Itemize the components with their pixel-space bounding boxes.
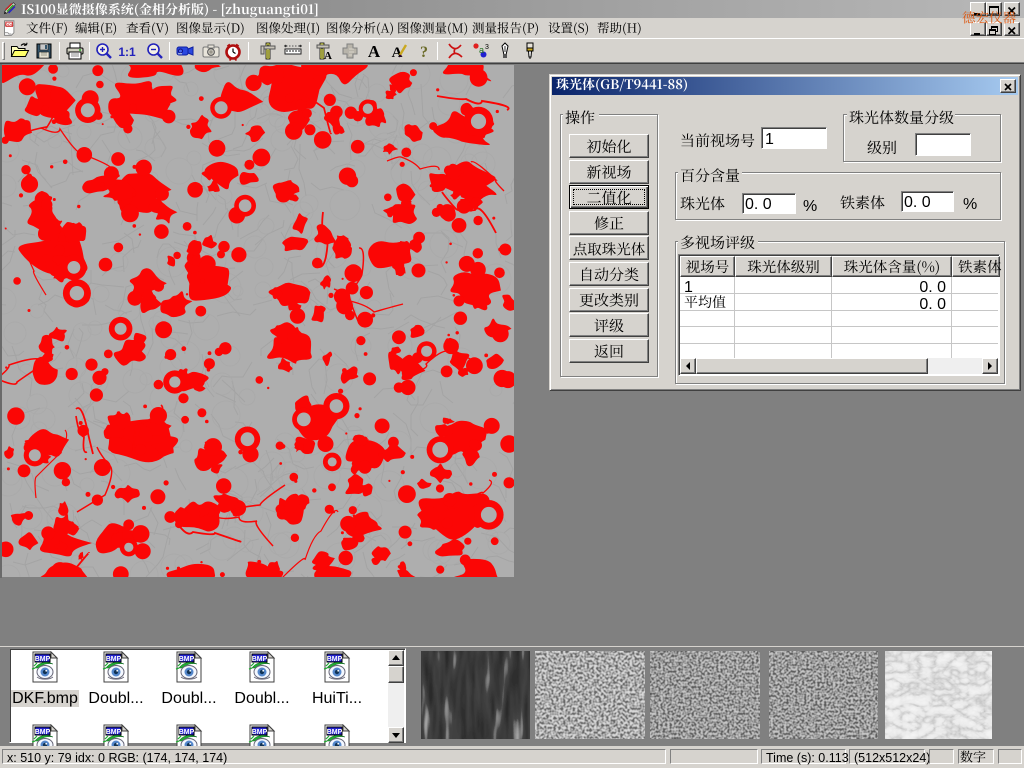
svg-text:BMP: BMP xyxy=(252,729,268,736)
svg-text:BMP: BMP xyxy=(35,729,51,736)
svg-text:BMP: BMP xyxy=(35,656,51,663)
svg-text:BMP: BMP xyxy=(327,729,343,736)
svg-text:BMP: BMP xyxy=(106,729,122,736)
svg-text:3: 3 xyxy=(485,44,489,51)
svg-text:A: A xyxy=(324,50,332,61)
svg-text:?: ? xyxy=(420,44,428,61)
svg-text:A: A xyxy=(368,42,381,61)
svg-text:BMP: BMP xyxy=(179,729,195,736)
svg-text:BMP: BMP xyxy=(327,656,343,663)
svg-text:BMP: BMP xyxy=(252,656,268,663)
svg-text:BMP: BMP xyxy=(179,656,195,663)
svg-text:a: a xyxy=(479,45,484,55)
svg-text:DOC: DOC xyxy=(5,23,14,27)
svg-text:1:1: 1:1 xyxy=(118,45,136,59)
svg-text:BMP: BMP xyxy=(106,656,122,663)
